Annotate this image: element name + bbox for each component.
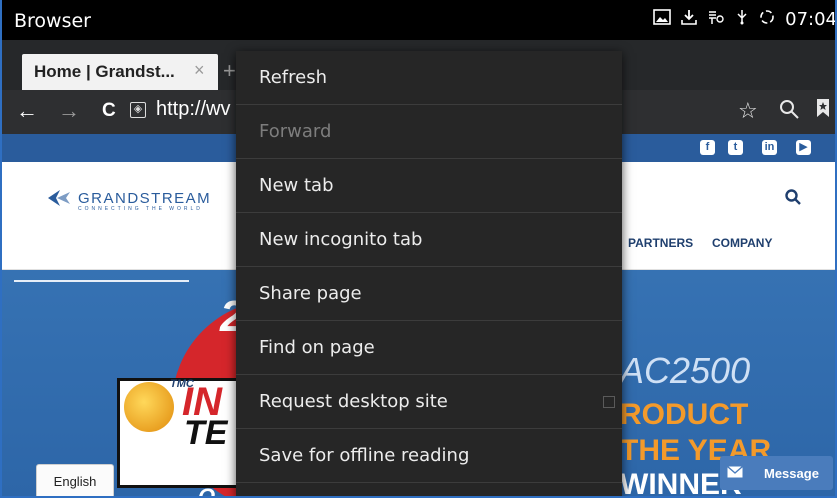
back-button[interactable]: ← (16, 98, 38, 124)
search-icon[interactable] (778, 98, 800, 126)
clock: 07:04 (785, 9, 837, 30)
logo-tagline: CONNECTING THE WORLD (78, 206, 203, 212)
forward-button[interactable]: → (58, 98, 80, 124)
bookmark-star-icon[interactable]: ☆ (738, 98, 758, 124)
nav-partners[interactable]: PARTNERS (628, 236, 693, 250)
menu-item-label: New tab (259, 175, 334, 196)
envelope-icon (720, 465, 750, 481)
overflow-menu: Refresh Forward New tab New incognito ta… (236, 51, 622, 496)
message-button[interactable]: Message (720, 456, 833, 490)
menu-item-new-tab[interactable]: New tab (236, 159, 622, 213)
bookmarks-icon[interactable] (816, 98, 830, 124)
site-search-icon[interactable] (784, 188, 802, 211)
status-icons: 07:04 (653, 9, 837, 30)
usb-debug-icon (707, 9, 725, 30)
sync-icon (759, 9, 775, 30)
menu-item-label: Save for offline reading (259, 445, 470, 466)
hero-model-name: AC2500 (620, 350, 751, 391)
new-tab-icon[interactable]: + (223, 58, 236, 84)
nav-company[interactable]: COMPANY (712, 236, 772, 250)
image-icon (653, 9, 671, 30)
facebook-icon[interactable]: f (700, 140, 715, 155)
browser-tab[interactable]: Home | Grandst... × (22, 54, 218, 90)
site-info-icon[interactable]: ◈ (130, 101, 146, 118)
reload-button[interactable]: C (102, 100, 116, 122)
menu-item-label: Share page (259, 283, 362, 304)
menu-item-share-page[interactable]: Share page (236, 267, 622, 321)
award-globe-icon (124, 382, 174, 432)
award-text-o: O (198, 484, 216, 498)
message-label: Message (764, 465, 819, 481)
url-field[interactable]: ◈ http://wv (130, 98, 230, 121)
menu-item-find-on-page[interactable]: Find on page (236, 321, 622, 375)
menu-item-save-offline[interactable]: Save for offline reading (236, 429, 622, 483)
close-tab-icon[interactable]: × (194, 60, 205, 81)
url-text: http://wv (156, 98, 231, 120)
device-frame: Browser 07:04 Home | Grandst... × + ← → … (0, 0, 837, 498)
menu-item-label: New incognito tab (259, 229, 423, 250)
linkedin-icon[interactable]: in (762, 140, 777, 155)
menu-item-label: Refresh (259, 67, 327, 88)
menu-item-label: Request desktop site (259, 391, 448, 412)
twitter-icon[interactable]: t (728, 140, 743, 155)
app-title: Browser (14, 10, 91, 32)
download-icon (681, 9, 697, 30)
menu-item-refresh[interactable]: Refresh (236, 51, 622, 105)
menu-item-label: Forward (259, 121, 332, 142)
menu-item-request-desktop-site[interactable]: Request desktop site (236, 375, 622, 429)
award-text-te: TE (184, 414, 228, 452)
menu-item-label: Find on page (259, 337, 375, 358)
language-button[interactable]: English (36, 464, 114, 496)
status-bar: Browser 07:04 (2, 0, 837, 40)
logo-mark-icon (48, 190, 70, 206)
grandstream-logo[interactable]: GRANDSTREAM CONNECTING THE WORLD (46, 188, 212, 212)
youtube-icon[interactable]: ▶ (796, 140, 811, 155)
logo-text: GRANDSTREAM (78, 189, 212, 207)
menu-item-forward[interactable]: Forward (236, 105, 622, 159)
menu-item-new-incognito-tab[interactable]: New incognito tab (236, 213, 622, 267)
award-text-p: P (218, 460, 236, 490)
usb-icon (735, 9, 749, 30)
hero-line-1: RODUCT (620, 398, 749, 431)
desktop-site-checkbox[interactable] (603, 396, 615, 408)
tab-title: Home | Grandst... (34, 62, 175, 81)
hero-divider (14, 280, 189, 282)
